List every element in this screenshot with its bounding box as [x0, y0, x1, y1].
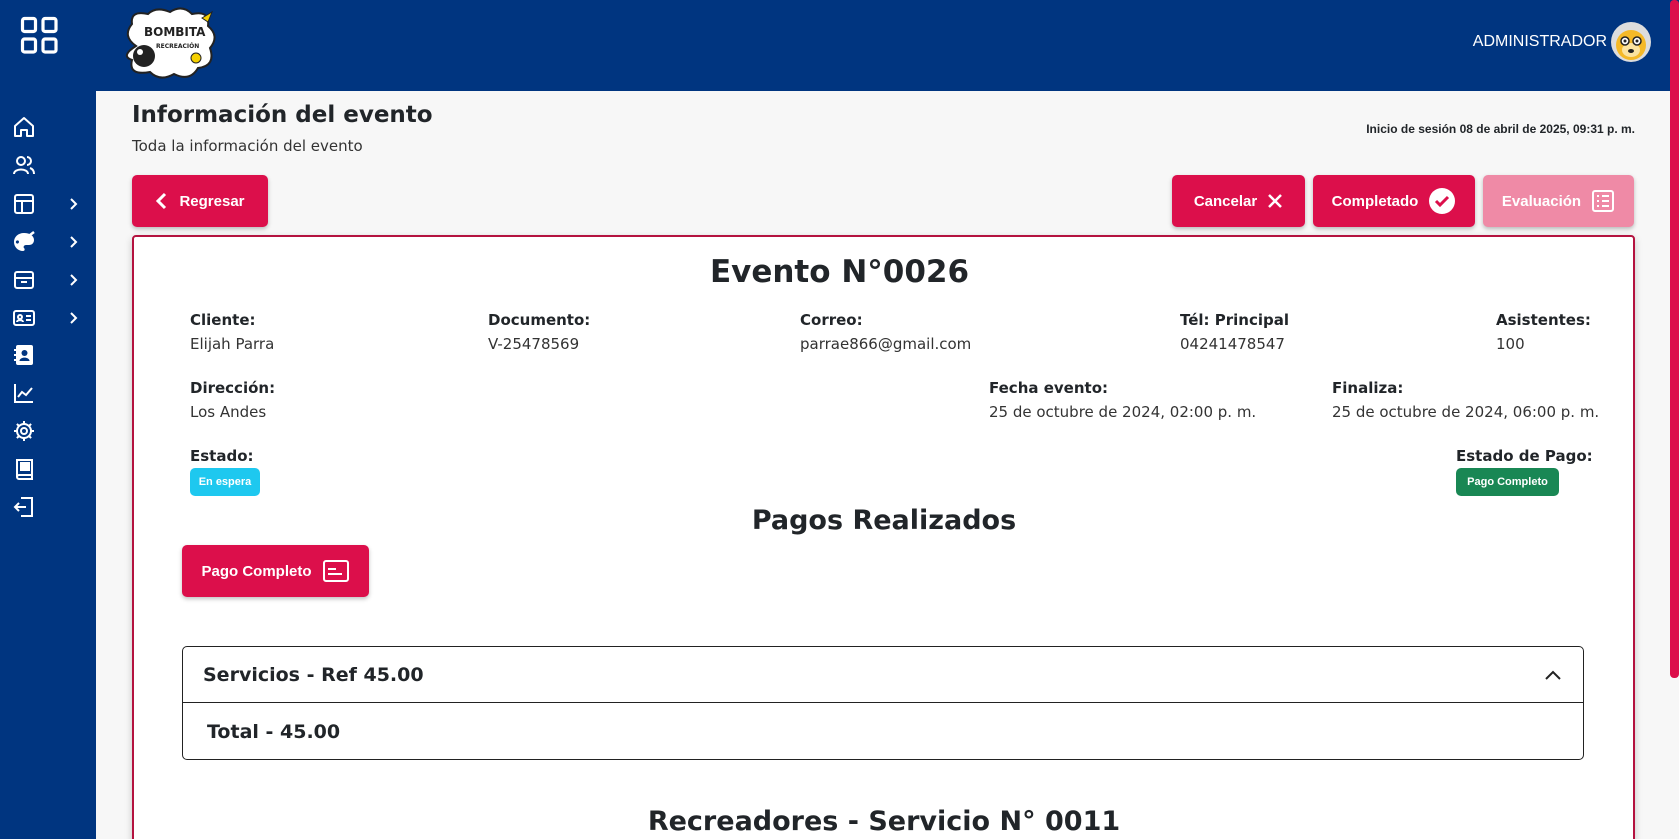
- sidebar-item-settings[interactable]: [12, 417, 82, 445]
- phone-field: Tél: Principal 04241478547: [1180, 311, 1289, 353]
- top-bar: [0, 0, 1679, 91]
- evaluation-button[interactable]: Evaluación: [1483, 175, 1634, 227]
- services-header-label: Servicios - Ref 45.00: [203, 664, 424, 686]
- chevron-right-icon: [70, 312, 78, 324]
- page-title: Información del evento: [132, 102, 433, 128]
- home-icon: [14, 117, 34, 137]
- cancel-button[interactable]: Cancelar: [1172, 175, 1305, 227]
- client-label: Cliente:: [190, 311, 256, 329]
- payment-status-label: Estado de Pago:: [1456, 447, 1593, 465]
- avatar[interactable]: [1610, 21, 1652, 63]
- sidebar-item-palette[interactable]: [12, 228, 82, 256]
- complete-button[interactable]: Completado: [1313, 175, 1475, 227]
- payment-complete-button-label: Pago Completo: [201, 562, 312, 580]
- end-date-value: 25 de octubre de 2024, 06:00 p. m.: [1332, 403, 1600, 421]
- svg-text:RECREACIÓN: RECREACIÓN: [156, 43, 199, 50]
- payment-complete-button[interactable]: Pago Completo: [182, 545, 369, 597]
- document-value: V-25478569: [488, 335, 580, 353]
- address-label: Dirección:: [190, 379, 276, 397]
- page-scrollbar[interactable]: [1670, 0, 1679, 678]
- document-field: Documento: V-25478569: [488, 311, 590, 353]
- back-button-label: Regresar: [179, 192, 245, 210]
- chevron-right-icon: [70, 198, 78, 210]
- email-value: parrae866@gmail.com: [800, 335, 972, 353]
- attendees-label: Asistentes:: [1496, 311, 1591, 329]
- attendees-field: Asistentes: 100: [1496, 311, 1591, 353]
- end-date-field: Finaliza: 25 de octubre de 2024, 06:00 p…: [1332, 379, 1599, 421]
- event-date-field: Fecha evento: 25 de octubre de 2024, 02:…: [989, 379, 1256, 421]
- cancel-button-label: Cancelar: [1193, 192, 1258, 210]
- sidebar-item-contacts[interactable]: [12, 341, 82, 369]
- event-title: Evento N°0026: [709, 254, 970, 290]
- brand-logo[interactable]: BOMBITA RECREACIÓN: [118, 6, 224, 82]
- book-icon: [16, 459, 33, 480]
- event-date-label: Fecha evento:: [989, 379, 1109, 397]
- payments-title: Pagos Realizados: [751, 505, 1017, 536]
- address-field: Dirección: Los Andes: [190, 379, 275, 421]
- chevron-right-icon: [70, 236, 78, 248]
- sidebar-item-reports[interactable]: [12, 379, 82, 407]
- event-date-value: 25 de octubre de 2024, 02:00 p. m.: [989, 403, 1257, 421]
- status-badge: En espera: [190, 468, 260, 496]
- services-accordion: Servicios - Ref 45.00 Total - 45.00: [182, 646, 1584, 760]
- email-label: Correo:: [800, 311, 863, 329]
- grid-menu-icon[interactable]: [20, 16, 60, 56]
- services-total: Total - 45.00: [207, 721, 341, 743]
- address-value: Los Andes: [190, 403, 267, 421]
- sidebar-item-manual[interactable]: [12, 455, 82, 483]
- sidebar-item-home[interactable]: [12, 113, 82, 141]
- email-field: Correo: parrae866@gmail.com: [800, 311, 971, 353]
- phone-value: 04241478547: [1180, 335, 1285, 353]
- chevron-left-icon: [156, 192, 167, 210]
- session-info: Inicio de sesión 08 de abril de 2025, 09…: [1366, 122, 1635, 136]
- credit-card-icon: [322, 560, 349, 582]
- list-checks-icon: [1592, 190, 1615, 212]
- status-label: Estado:: [190, 447, 254, 465]
- phone-label: Tél: Principal: [1180, 311, 1290, 329]
- layout-icon: [14, 194, 34, 214]
- svg-text:BOMBITA: BOMBITA: [144, 25, 206, 39]
- document-label: Documento:: [488, 311, 591, 329]
- end-date-label: Finaliza:: [1332, 379, 1404, 397]
- user-name[interactable]: ADMINISTRADOR: [1473, 33, 1607, 51]
- check-circle-icon: [1429, 188, 1456, 214]
- recreators-title: Recreadores - Servicio N° 0011: [647, 806, 1121, 837]
- users-icon: [13, 156, 35, 175]
- page-subtitle: Toda la información del evento: [132, 137, 363, 155]
- sidebar-item-id-card[interactable]: [12, 304, 82, 332]
- chevron-up-icon: [1545, 670, 1561, 680]
- attendees-value: 100: [1496, 335, 1525, 353]
- sidebar-item-layout[interactable]: [12, 190, 82, 218]
- sidebar-item-users[interactable]: [12, 151, 82, 179]
- client-field: Cliente: Elijah Parra: [190, 311, 274, 353]
- complete-button-label: Completado: [1331, 192, 1419, 210]
- id-card-icon: [13, 310, 35, 326]
- evaluation-button-label: Evaluación: [1501, 192, 1582, 210]
- chart-line-icon: [14, 384, 33, 403]
- services-accordion-header[interactable]: Servicios - Ref 45.00: [183, 647, 1583, 703]
- contact-book-icon: [14, 345, 33, 365]
- palette-icon: [14, 231, 35, 251]
- close-icon: [1268, 194, 1283, 208]
- gear-icon: [14, 421, 34, 441]
- payment-status-badge: Pago Completo: [1456, 468, 1559, 496]
- client-value: Elijah Parra: [190, 335, 275, 353]
- back-button[interactable]: Regresar: [132, 175, 268, 227]
